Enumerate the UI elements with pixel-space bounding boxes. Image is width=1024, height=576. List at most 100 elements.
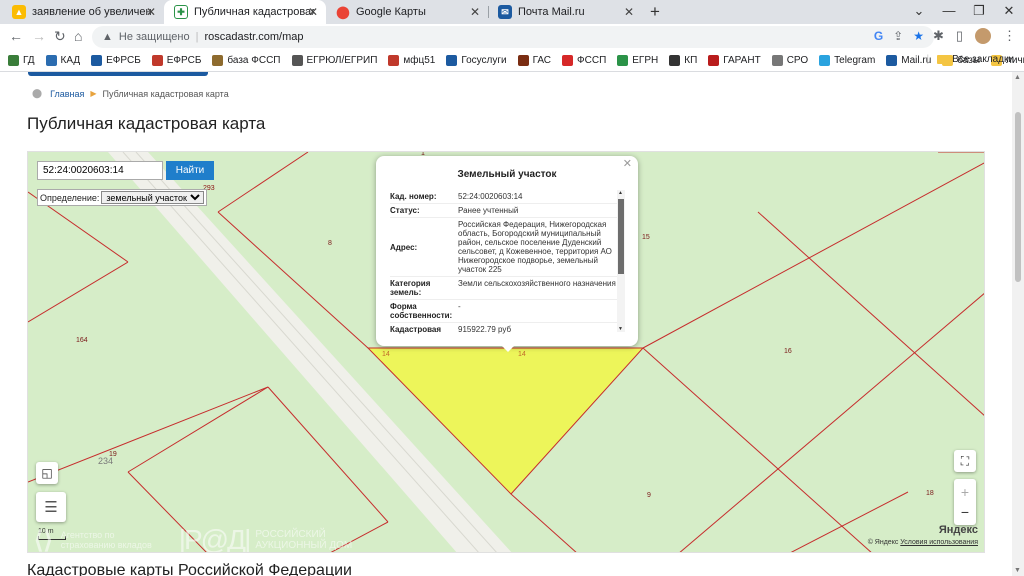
tab-title: заявление об увеличении иск: [32, 6, 152, 18]
location-pin-icon: ⬤: [32, 88, 43, 98]
tab-document[interactable]: ▲ заявление об увеличении иск ✕: [2, 0, 164, 24]
tab-cadastral-map[interactable]: ✚ Публичная кадастровая карта ✕: [164, 0, 326, 24]
bookmark-item[interactable]: ЕФРСБ: [91, 55, 141, 66]
bookmark-separator: |: [926, 54, 930, 65]
bookmark-icon: [446, 55, 458, 66]
tab-strip: ▲ заявление об увеличении иск ✕ ✚ Публич…: [0, 0, 1024, 24]
bookmark-label: ФССП: [577, 55, 607, 66]
bookmark-item[interactable]: КП: [669, 55, 697, 66]
tab-mail[interactable]: ✉ Почта Mail.ru ✕: [488, 0, 642, 24]
all-bookmarks-button[interactable]: | Все закладки: [927, 54, 1014, 65]
bookmark-item[interactable]: Mail.ru: [886, 55, 931, 66]
popup-scrollbar[interactable]: ▲ ▼: [617, 190, 625, 332]
bookmark-star-icon[interactable]: ★: [913, 29, 924, 43]
bookmark-item[interactable]: КАД: [45, 55, 80, 66]
bookmark-item[interactable]: ЕФРСБ: [151, 55, 202, 66]
home-icon[interactable]: ⌂: [74, 28, 82, 44]
parcel-label: 18: [926, 490, 934, 497]
bookmark-label: ГАС: [532, 55, 552, 66]
mail-icon: ✉: [498, 5, 512, 19]
share-icon[interactable]: ⇪: [893, 29, 903, 43]
scroll-down-icon[interactable]: ▼: [618, 326, 623, 332]
bookmark-label: Госуслуги: [461, 55, 507, 66]
close-tab-icon[interactable]: ✕: [308, 5, 318, 19]
bookmark-item[interactable]: ЕГРН: [617, 55, 658, 66]
forward-icon[interactable]: →: [32, 28, 46, 44]
menu-icon[interactable]: ⋮: [1003, 28, 1016, 44]
google-maps-icon: ⬤: [336, 5, 350, 19]
zoom-out-icon[interactable]: −: [961, 502, 969, 522]
extensions-icon[interactable]: ✱: [933, 28, 944, 44]
rosreestr-icon: ✚: [174, 5, 188, 19]
copyright-text: © Яндекс: [867, 539, 899, 546]
page-title: Публичная кадастровая карта: [27, 114, 266, 133]
cadastral-map[interactable]: 8 15 164 14 14 16 19 234 9 18 1 293 Найт…: [27, 151, 985, 553]
tab-search-icon[interactable]: ⌄: [904, 0, 934, 24]
bookmark-item[interactable]: ГД: [8, 55, 35, 66]
side-panel-icon[interactable]: ▯: [956, 28, 963, 44]
info-value: 915922.79 руб: [458, 325, 512, 334]
page-scrollbar[interactable]: ▲ ▼: [1012, 72, 1024, 576]
back-icon[interactable]: ←: [9, 28, 23, 44]
dia-logo: ⟨⟩: [34, 526, 53, 553]
find-button[interactable]: Найти: [166, 161, 214, 180]
bookmark-label: база ФССП: [227, 55, 281, 66]
close-tab-icon[interactable]: ✕: [146, 5, 156, 19]
url-text[interactable]: roscadastr.com/map: [204, 31, 303, 43]
new-tab-button[interactable]: +: [650, 2, 660, 22]
info-row: Адрес: Российская Федерация, Нижегородск…: [390, 218, 618, 277]
close-tab-icon[interactable]: ✕: [624, 5, 634, 19]
object-type-select[interactable]: земельный участок: [101, 191, 205, 204]
bookmark-icon: [212, 55, 224, 66]
tab-title: Почта Mail.ru: [518, 6, 585, 18]
address-bar[interactable]: ▲ Не защищено | roscadastr.com/map G ⇪ ★: [92, 26, 934, 48]
watermark: ⟨⟩ Агентство по страхованию вкладов |Р@Д…: [34, 524, 375, 553]
bookmark-item[interactable]: база ФССП: [212, 55, 281, 66]
measure-tool-button[interactable]: ◱: [36, 462, 58, 484]
bookmark-item[interactable]: мфц51: [388, 55, 435, 66]
bookmark-icon: [819, 55, 831, 66]
window-controls: ⌄ — ❐ ✕: [904, 0, 1024, 24]
scroll-down-icon[interactable]: ▼: [1014, 567, 1021, 574]
folder-icon: [937, 55, 949, 64]
section-title: Кадастровые карты Российской Федерации: [27, 562, 352, 576]
bookmark-item[interactable]: ГАРАНТ: [708, 55, 761, 66]
bookmark-item[interactable]: СРО: [771, 55, 809, 66]
restore-icon[interactable]: ❐: [964, 0, 994, 24]
zoom-in-icon[interactable]: +: [961, 482, 969, 502]
bookmark-icon: [291, 55, 303, 66]
parcel-info-popup: ✕ Земельный участок Кад. номер: 52:24:00…: [376, 156, 638, 352]
definition-selector: Определение: земельный участок: [37, 189, 208, 206]
avatar[interactable]: [975, 28, 991, 44]
bookmark-item[interactable]: ГАС: [517, 55, 552, 66]
scroll-up-icon[interactable]: ▲: [618, 190, 623, 196]
google-lens-icon[interactable]: G: [874, 29, 883, 43]
not-secure-icon[interactable]: ▲: [102, 31, 113, 43]
bookmark-icon: [562, 55, 574, 66]
page-scroll-thumb[interactable]: [1015, 112, 1021, 282]
minimize-icon[interactable]: —: [934, 0, 964, 24]
ruler-icon: ◱: [41, 466, 53, 480]
bookmark-item[interactable]: ЕГРЮЛ/ЕГРИП: [291, 55, 377, 66]
close-tab-icon[interactable]: ✕: [470, 5, 480, 19]
fullscreen-button[interactable]: ⛶: [954, 450, 976, 472]
bookmark-icon: [669, 55, 681, 66]
popup-scroll-thumb[interactable]: [618, 199, 624, 274]
tab-title: Публичная кадастровая карта: [194, 6, 314, 18]
rad-logo: |Р@Д|: [178, 524, 252, 553]
bookmark-item[interactable]: Telegram: [819, 55, 875, 66]
cadastral-number-input[interactable]: [37, 161, 163, 180]
fullscreen-icon: ⛶: [960, 453, 970, 468]
bookmark-label: ЕФРСБ: [166, 55, 202, 66]
bookmark-item[interactable]: ФССП: [562, 55, 606, 66]
layers-button[interactable]: ☰: [36, 492, 66, 522]
terms-link[interactable]: Условия использования: [900, 539, 978, 546]
tab-google-maps[interactable]: ⬤ Google Карты ✕: [326, 0, 488, 24]
bookmark-item[interactable]: Госуслуги: [446, 55, 507, 66]
reload-icon[interactable]: ↻: [54, 28, 66, 45]
scroll-up-icon[interactable]: ▲: [1014, 74, 1021, 81]
close-window-icon[interactable]: ✕: [994, 0, 1024, 24]
parcel-label: 9: [647, 492, 651, 499]
bookmark-label: СРО: [786, 55, 809, 66]
breadcrumb-home-link[interactable]: Главная: [50, 89, 84, 99]
